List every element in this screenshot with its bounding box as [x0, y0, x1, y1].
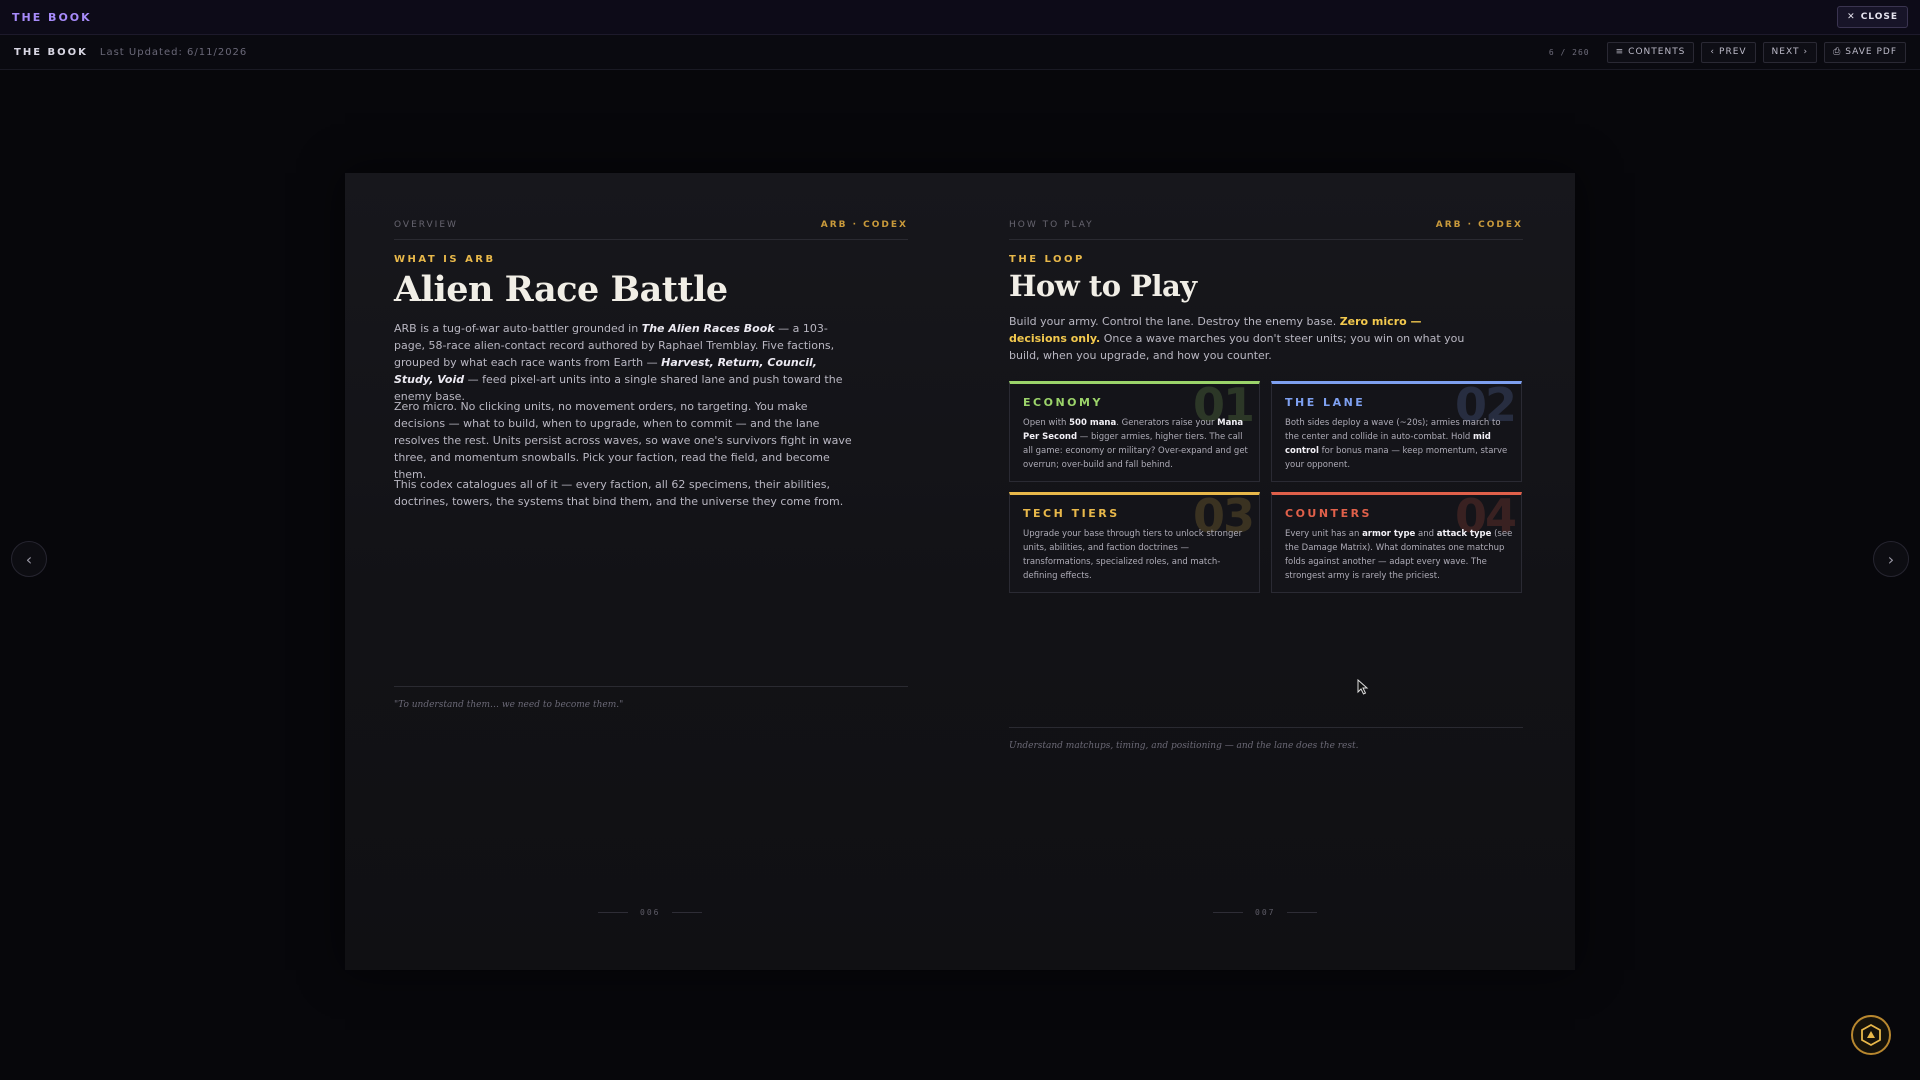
section-label: OVERVIEW: [394, 220, 458, 230]
card-tech-tiers: 03 TECH TIERS Upgrade your base through ti…: [1009, 492, 1260, 593]
folio-rule: [672, 912, 703, 913]
close-icon: ✕: [1847, 12, 1856, 22]
book-toolbar: THE BOOK Last Updated: 6/11/2026 6 / 260…: [0, 35, 1920, 70]
section-label: HOW TO PLAY: [1009, 220, 1094, 230]
list-icon: ≡: [1615, 47, 1625, 57]
text-run: . Generators raise your: [1116, 418, 1218, 428]
page-header: HOW TO PLAY ARB · CODEX: [1009, 220, 1523, 240]
chevron-left-icon: ‹: [25, 549, 33, 569]
overview-paragraph-2: Zero micro. No clicking units, no moveme…: [394, 400, 852, 481]
folio-rule: [598, 912, 628, 913]
prev-button[interactable]: ‹ PREV: [1701, 41, 1756, 63]
text-run: 500 mana: [1069, 418, 1117, 428]
close-button[interactable]: ✕ CLOSE: [1837, 6, 1908, 28]
folio-number: 006: [640, 908, 661, 917]
page-kicker: THE LOOP: [1009, 254, 1085, 265]
hex-emblem-icon: [1861, 1023, 1881, 1047]
download-icon: ⎙: [1833, 47, 1842, 57]
codex-label: ARB · CODEX: [820, 220, 908, 230]
text-run: Every unit has an: [1285, 529, 1363, 539]
emblem-button[interactable]: [1851, 1015, 1891, 1055]
card-body: Upgrade your base through tiers to unloc…: [1023, 527, 1251, 583]
folio-number: 007: [1255, 908, 1276, 917]
text-run: Both sides deploy a wave (~20s); armies …: [1285, 418, 1501, 442]
save-pdf-button[interactable]: ⎙ SAVE PDF: [1824, 41, 1906, 63]
folio-rule: [1287, 912, 1318, 913]
left-page: OVERVIEW ARB · CODEX WHAT IS ARB Alien R…: [345, 173, 960, 970]
last-updated: Last Updated: 6/11/2026: [99, 46, 248, 58]
card-body: Both sides deploy a wave (~20s); armies …: [1285, 416, 1513, 472]
next-page-arrow[interactable]: ›: [1873, 541, 1909, 577]
close-label: CLOSE: [1860, 12, 1898, 22]
chevron-right-icon: ›: [1887, 549, 1895, 569]
card-body: Open with 500 mana. Generators raise you…: [1023, 416, 1251, 472]
text-run: Open with: [1023, 418, 1070, 428]
card-counters: 04 COUNTERS Every unit has an armor type a…: [1271, 492, 1522, 593]
chevron-right-icon: ›: [1803, 47, 1809, 57]
page-quote: "To understand them… we need to become t…: [394, 700, 624, 710]
contents-button[interactable]: ≡ CONTENTS: [1606, 41, 1695, 63]
card-title: ECONOMY: [1023, 396, 1103, 409]
prev-label: PREV: [1719, 47, 1747, 57]
page-header: OVERVIEW ARB · CODEX: [394, 220, 908, 240]
page-counter: 6 / 260: [1548, 47, 1590, 57]
text-run: Build your army. Control the lane. Destr…: [1009, 315, 1340, 328]
text-run: armor type: [1362, 529, 1416, 539]
save-pdf-label: SAVE PDF: [1845, 47, 1897, 57]
text-run: Upgrade your base through tiers to unloc…: [1023, 529, 1243, 581]
card-title: COUNTERS: [1285, 507, 1372, 520]
page-folio: 007: [1213, 908, 1318, 917]
card-the-lane: 02 THE LANE Both sides deploy a wave (~20s…: [1271, 381, 1522, 482]
book-title: THE BOOK: [14, 46, 88, 58]
app-topbar: THE BOOK ✕ CLOSE: [0, 0, 1920, 35]
page-kicker: WHAT IS ARB: [394, 254, 496, 265]
overview-paragraph-3: This codex catalogues all of it — every …: [394, 478, 844, 508]
card-body: Every unit has an armor type and attack …: [1285, 527, 1513, 583]
folio-rule: [1213, 912, 1243, 913]
card-economy: 01 ECONOMY Open with 500 mana. Generators …: [1009, 381, 1260, 482]
mouse-cursor-icon: [1357, 679, 1369, 695]
page-title: How to Play: [1009, 269, 1197, 303]
text-run: and: [1415, 529, 1437, 539]
card-title: TECH TIERS: [1023, 507, 1120, 520]
text-run: for bonus mana — keep momentum, starve y…: [1285, 446, 1508, 470]
page-footer-note: Understand matchups, timing, and positio…: [1009, 741, 1359, 751]
how-to-play-intro: Build your army. Control the lane. Destr…: [1009, 313, 1469, 364]
page-title: Alien Race Battle: [394, 269, 728, 310]
footer-divider: [1009, 727, 1523, 728]
card-title: THE LANE: [1285, 396, 1366, 409]
prev-page-arrow[interactable]: ‹: [11, 541, 47, 577]
overview-paragraph-1: ARB is a tug-of-war auto-battler grounde…: [394, 320, 854, 405]
right-page: HOW TO PLAY ARB · CODEX THE LOOP How to …: [960, 173, 1575, 970]
text-run: attack type: [1436, 529, 1492, 539]
app-brand: THE BOOK: [12, 10, 92, 24]
page-folio: 006: [598, 908, 703, 917]
next-button[interactable]: NEXT ›: [1762, 41, 1818, 63]
contents-label: CONTENTS: [1628, 47, 1686, 57]
book-spread: OVERVIEW ARB · CODEX WHAT IS ARB Alien R…: [345, 173, 1575, 970]
text-run: The Alien Races Book: [641, 322, 775, 335]
chevron-left-icon: ‹: [1710, 47, 1716, 57]
text-run: ARB is a tug-of-war auto-battler grounde…: [394, 322, 642, 335]
quote-divider: [394, 686, 908, 687]
codex-label: ARB · CODEX: [1435, 220, 1523, 230]
next-label: NEXT: [1771, 47, 1800, 57]
